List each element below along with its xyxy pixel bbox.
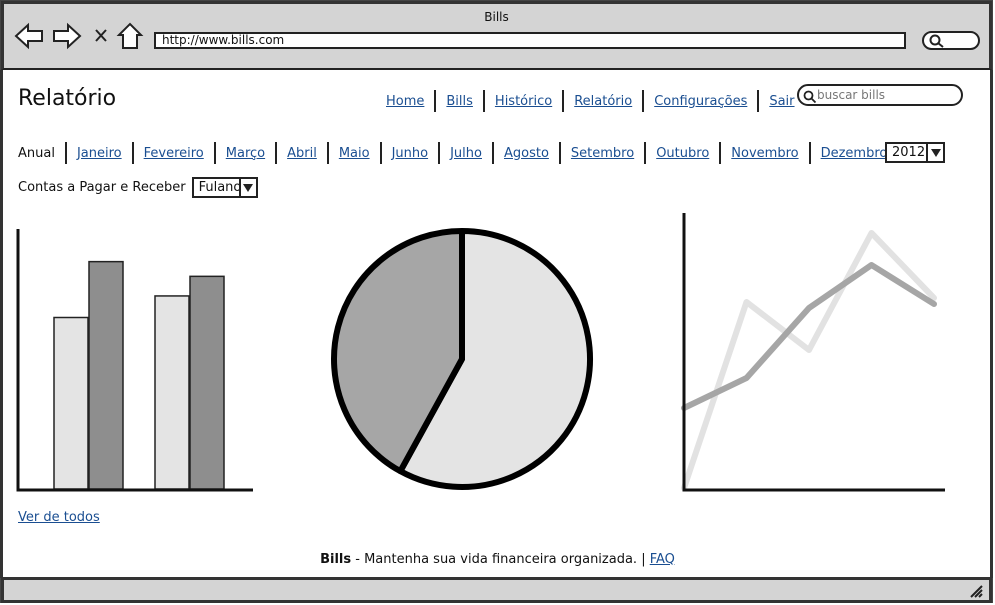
separator <box>491 142 494 164</box>
chevron-down-icon[interactable] <box>926 144 943 161</box>
line-series <box>681 230 937 491</box>
separator <box>64 142 67 164</box>
bar <box>88 260 124 490</box>
line-series <box>681 262 937 411</box>
home-icon[interactable] <box>116 22 144 50</box>
person-select[interactable]: Fulano <box>191 177 258 198</box>
tab-junho[interactable]: Junho <box>392 146 429 161</box>
back-arrow-icon[interactable] <box>14 22 44 50</box>
bar <box>53 316 89 490</box>
tab-fevereiro[interactable]: Fevereiro <box>144 146 204 161</box>
tab-outubro[interactable]: Outubro <box>656 146 709 161</box>
tab-julho[interactable]: Julho <box>450 146 482 161</box>
year-select[interactable]: 2012 <box>885 142 945 163</box>
tab-maio[interactable]: Maio <box>339 146 370 161</box>
close-icon[interactable] <box>93 27 109 45</box>
address-bar[interactable]: http://www.bills.com <box>154 32 906 49</box>
separator <box>562 90 565 112</box>
footer-text: - Mantenha sua vida financeira organizad… <box>351 552 650 567</box>
separator <box>482 90 485 112</box>
faq-link[interactable]: FAQ <box>650 552 675 567</box>
line-chart <box>681 213 945 492</box>
tab-janeiro[interactable]: Janeiro <box>77 146 122 161</box>
separator <box>213 142 216 164</box>
separator <box>275 142 278 164</box>
separator <box>434 90 437 112</box>
pie-chart <box>331 228 593 490</box>
nav-bills-link[interactable]: Bills <box>446 94 473 109</box>
year-value: 2012 <box>892 145 926 160</box>
separator <box>379 142 382 164</box>
search-input[interactable]: buscar bills <box>797 84 963 106</box>
separator <box>558 142 561 164</box>
separator <box>131 142 134 164</box>
bar <box>189 275 225 490</box>
separator <box>326 142 329 164</box>
separator <box>719 142 722 164</box>
tab-marco[interactable]: Março <box>226 146 265 161</box>
bar <box>154 295 190 490</box>
chevron-down-icon[interactable] <box>238 179 256 196</box>
search-icon <box>929 34 944 48</box>
line-axes <box>682 213 945 492</box>
nav-historico-link[interactable]: Histórico <box>495 94 552 109</box>
top-navigation: Home Bills Histórico Relatório Configura… <box>386 90 795 112</box>
nav-relatorio-link[interactable]: Relatório <box>574 94 632 109</box>
separator <box>642 90 645 112</box>
person-value: Fulano <box>198 180 242 195</box>
nav-sair-link[interactable]: Sair <box>769 94 794 109</box>
tab-abril[interactable]: Abril <box>287 146 317 161</box>
month-tabs: Anual Janeiro Fevereiro Março Abril Maio… <box>18 142 887 164</box>
forward-arrow-icon[interactable] <box>52 22 82 50</box>
tab-agosto[interactable]: Agosto <box>504 146 549 161</box>
resize-grip-icon[interactable] <box>969 584 983 598</box>
tab-dezembro[interactable]: Dezembro <box>821 146 888 161</box>
separator <box>808 142 811 164</box>
tab-novembro[interactable]: Novembro <box>731 146 798 161</box>
search-placeholder: buscar bills <box>817 88 886 102</box>
separator <box>644 142 647 164</box>
window-title: Bills <box>484 10 509 24</box>
tab-setembro[interactable]: Setembro <box>571 146 634 161</box>
nav-configuracoes-link[interactable]: Configurações <box>654 94 747 109</box>
status-bar <box>1 577 992 603</box>
nav-home-link[interactable]: Home <box>386 94 424 109</box>
footer: Bills - Mantenha sua vida financeira org… <box>0 552 995 567</box>
separator <box>757 90 760 112</box>
tab-anual[interactable]: Anual <box>18 146 55 161</box>
filter-label: Contas a Pagar e Receber <box>18 180 186 195</box>
footer-brand: Bills <box>320 552 352 567</box>
page-title: Relatório <box>18 86 117 111</box>
see-all-link[interactable]: Ver de todos <box>18 510 100 525</box>
separator <box>438 142 441 164</box>
filter-row: Contas a Pagar e Receber Fulano <box>18 177 258 198</box>
bar-chart <box>16 229 253 492</box>
browser-search-field[interactable] <box>922 31 980 50</box>
search-icon <box>803 90 817 104</box>
